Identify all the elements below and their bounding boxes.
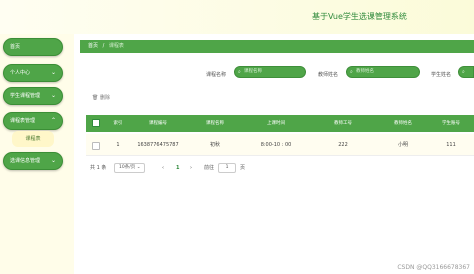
sidebar-item-student-course[interactable]: 学生课程管理 ⌄ [3, 87, 63, 105]
chevron-down-icon: ⌄ [50, 157, 56, 164]
delete-label: 删除 [99, 95, 110, 101]
search-icon: ⌕ [238, 69, 241, 75]
sidebar-item-home[interactable]: 首页 [3, 38, 63, 56]
chevron-down-icon: ⌄ [50, 92, 56, 99]
next-page-button[interactable]: › [190, 162, 192, 174]
header-student-account: 学生账号 [442, 121, 460, 126]
course-name-input[interactable]: ⌕ 课程名称 [234, 66, 306, 78]
header-teacher-id: 教师工号 [334, 121, 352, 126]
header-teacher-name: 教师姓名 [394, 121, 412, 126]
table-header: 索引 课程编号 课程名称 上课时间 教师工号 教师姓名 学生账号 [86, 115, 474, 132]
sidebar-item-label: 学生课程管理 [10, 93, 41, 99]
sidebar-item-label: 选课信息管理 [10, 158, 41, 164]
course-name-placeholder: 课程名称 [244, 69, 262, 74]
student-name-input[interactable]: ⌕ [458, 66, 474, 78]
cell-index: 1 [116, 142, 120, 148]
chevron-down-icon: ⌄ [50, 69, 56, 76]
teacher-name-placeholder: 教师姓名 [356, 69, 374, 74]
search-icon: ⌕ [462, 69, 465, 75]
sidebar-item-selection[interactable]: 选课信息管理 ⌄ [3, 152, 63, 170]
breadcrumb: 首页 / 课程表 [80, 40, 474, 53]
teacher-name-label: 教师姓名 [318, 72, 339, 78]
sidebar-item-label: 首页 [10, 44, 21, 50]
cell-course-name: 初秋 [209, 142, 220, 148]
chevron-down-icon: ⌄ [136, 165, 141, 170]
teacher-name-input[interactable]: ⌕ 教师姓名 [346, 66, 420, 78]
breadcrumb-separator: / [102, 43, 105, 49]
cell-teacher-id: 222 [338, 142, 348, 148]
table-row[interactable]: 1 1638776475787 初秋 8:00-10 : 00 222 小明 1… [86, 134, 474, 156]
sidebar: 首页 个人中心 ⌄ 学生课程管理 ⌄ 课程表管理 ⌃ 课程表 选课信息管理 ⌄ [0, 34, 70, 274]
goto-page-input[interactable]: 1 [218, 163, 236, 173]
header-course-code: 课程编号 [149, 121, 167, 126]
page-size-select[interactable]: 10条/页 ⌄ [114, 163, 146, 173]
student-name-label: 学生姓名 [431, 72, 452, 78]
row-checkbox[interactable] [92, 142, 100, 150]
pagination-total: 共 1 条 [90, 165, 107, 171]
submenu-item-schedule[interactable]: 课程表 [12, 131, 54, 147]
trash-icon: 🗑 [92, 95, 99, 101]
prev-page-button[interactable]: ‹ [162, 162, 164, 174]
header-class-time: 上课时间 [267, 121, 285, 126]
cell-student-account: 111 [446, 142, 456, 148]
breadcrumb-home[interactable]: 首页 [88, 43, 98, 49]
page-size-value: 10条/页 [119, 165, 136, 170]
cell-class-time: 8:00-10 : 00 [260, 142, 292, 148]
header-course-name: 课程名称 [206, 121, 224, 126]
sidebar-item-label: 个人中心 [10, 70, 31, 76]
page-number-current[interactable]: 1 [176, 162, 179, 174]
app-header: 基于Vue学生选课管理系统 [0, 0, 474, 34]
main-content: 首页 / 课程表 课程名称 ⌕ 课程名称 教师姓名 ⌕ 教师姓名 学生姓名 ⌕ … [74, 34, 474, 274]
course-name-label: 课程名称 [206, 72, 227, 78]
app-title: 基于Vue学生选课管理系统 [312, 12, 407, 21]
goto-suffix: 页 [240, 165, 246, 171]
sidebar-item-label: 课程表管理 [10, 118, 36, 124]
header-index: 索引 [113, 121, 123, 126]
chevron-up-icon: ⌃ [50, 117, 56, 124]
goto-prefix: 前往 [204, 165, 215, 171]
search-icon: ⌕ [350, 69, 353, 75]
cell-course-code: 1638776475787 [137, 142, 179, 148]
cell-teacher-name: 小明 [397, 142, 408, 148]
select-all-checkbox[interactable] [92, 119, 100, 127]
sidebar-item-schedule[interactable]: 课程表管理 ⌃ [3, 112, 63, 130]
breadcrumb-current: 课程表 [108, 43, 124, 49]
delete-button[interactable]: 🗑 删除 [92, 94, 110, 101]
watermark: CSDN @QQ3166678367 [397, 264, 470, 271]
sidebar-item-personal-center[interactable]: 个人中心 ⌄ [3, 64, 63, 82]
